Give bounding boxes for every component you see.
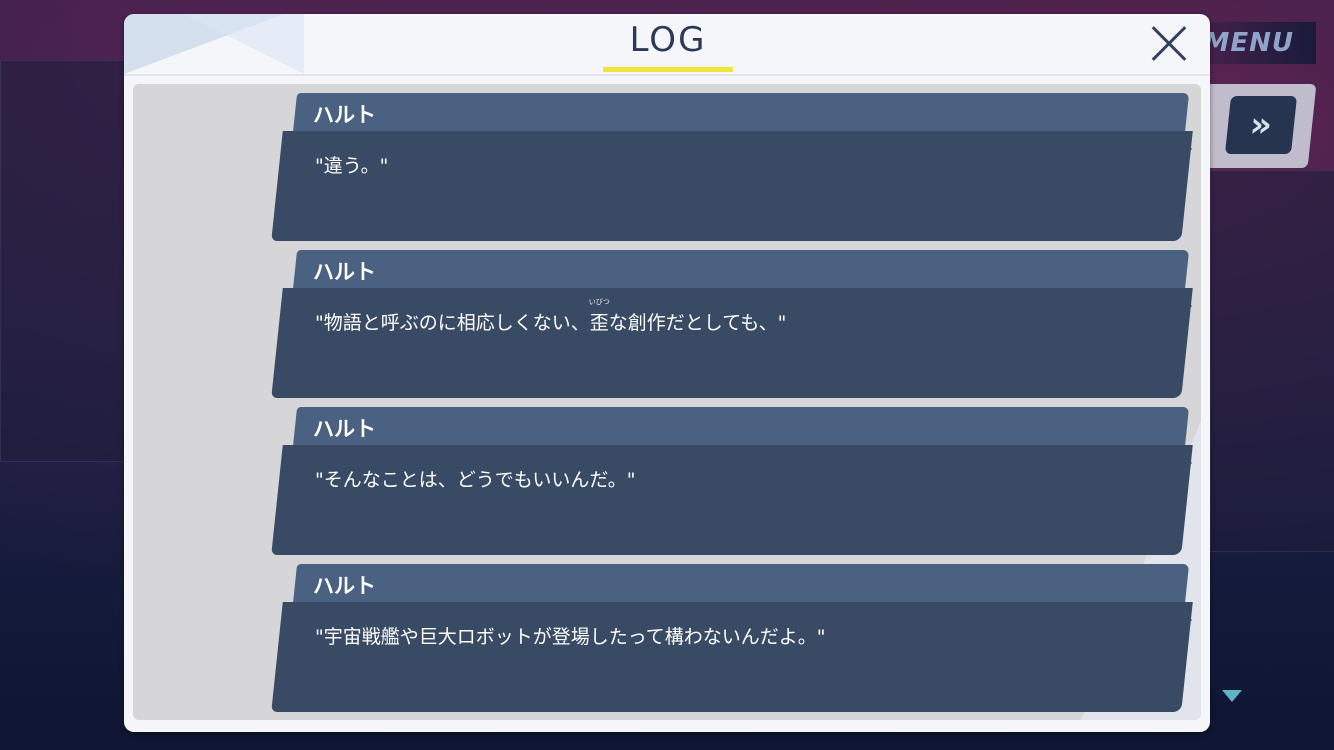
speaker-name: ハルト [313, 260, 376, 284]
log-list[interactable]: ハルト "違う。" ハルト "物語と呼ぶのに相応しくない、歪 いびつな創作だとして… [133, 84, 1201, 720]
background-shelf [1210, 170, 1334, 552]
speaker-bar [292, 250, 1190, 290]
triangle-down-icon[interactable] [1222, 690, 1242, 702]
ruby-word: 歪いびつ [589, 298, 610, 335]
message-text: "物語と呼ぶのに相応しくない、歪 いびつな創作だとしても、" [315, 298, 787, 335]
message-pointer [1182, 610, 1192, 630]
background-wall [0, 60, 132, 462]
speaker-name: ハルト [313, 574, 376, 598]
message-box [271, 288, 1193, 398]
speaker-bar [292, 564, 1190, 604]
fast-forward-icon: » [1247, 105, 1275, 145]
log-entry: ハルト "そんなことは、どうでもいいんだ。" [271, 407, 1193, 555]
speaker-bar [292, 93, 1190, 133]
message-text-part: な創作だとしても、" [608, 312, 787, 334]
log-entry: ハルト "物語と呼ぶのに相応しくない、歪 いびつな創作だとしても、" [271, 250, 1193, 398]
speaker-name: ハルト [313, 417, 376, 441]
fast-forward-button[interactable]: » [1224, 96, 1298, 154]
speaker-bar [292, 407, 1190, 447]
log-entry: ハルト "宇宙戦艦や巨大ロボットが登場したって構わないんだよ。" [271, 564, 1193, 712]
menu-button[interactable]: MENU [1196, 22, 1316, 64]
close-icon[interactable] [1150, 24, 1188, 62]
message-text-part: "物語と呼ぶのに相応しくない、 [315, 312, 590, 334]
ruby-base: 歪 [589, 312, 609, 334]
log-title: LOG [629, 20, 707, 60]
message-text: "宇宙戦艦や巨大ロボットが登場したって構わないんだよ。" [315, 626, 826, 648]
message-box [271, 131, 1193, 241]
message-pointer [1182, 453, 1192, 473]
ruby-reading: いびつ [588, 298, 610, 306]
menu-label: MENU [1203, 28, 1294, 58]
message-pointer [1182, 296, 1192, 316]
title-underline [603, 67, 733, 72]
log-entry: ハルト "違う。" [271, 93, 1193, 241]
message-text: "違う。" [315, 155, 389, 177]
message-box [271, 602, 1193, 712]
speaker-name: ハルト [313, 103, 376, 127]
log-panel: LOG ハルト "違う。" ハルト "物語と呼ぶのに相応しくない、歪 いびつな創作… [124, 14, 1210, 732]
message-pointer [1182, 139, 1192, 159]
message-text: "そんなことは、どうでもいいんだ。" [315, 469, 636, 491]
message-box [271, 445, 1193, 555]
